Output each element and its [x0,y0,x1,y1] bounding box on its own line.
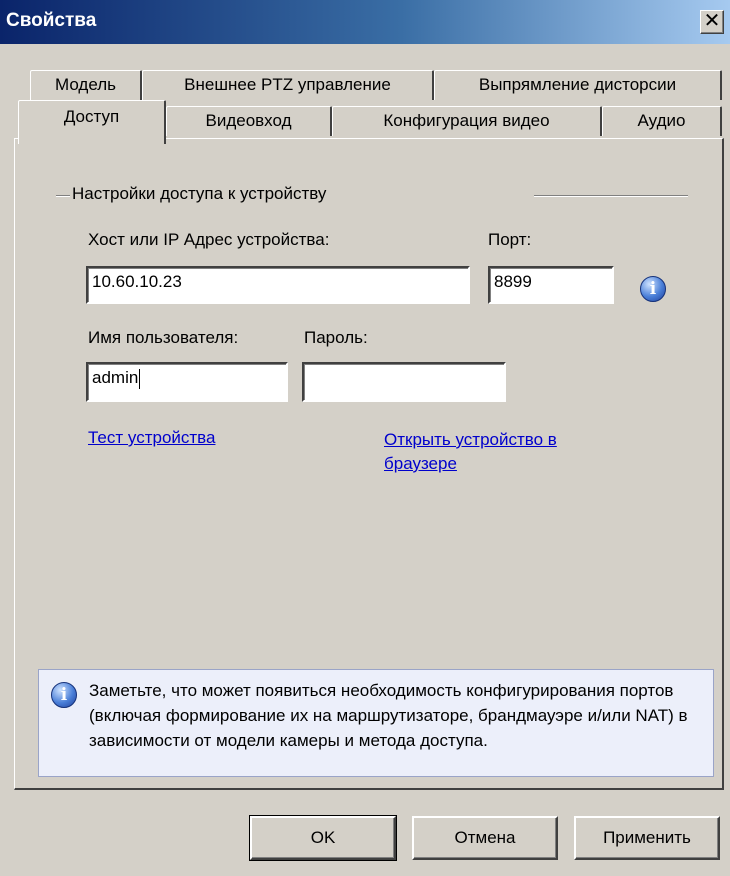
password-label: Пароль: [304,328,368,347]
port-input[interactable]: 8899 [488,266,614,304]
group-line-right [534,195,688,197]
info-glyph: i [60,685,68,705]
apply-label: Применить [603,828,691,847]
info-note: i Заметьте, что может появиться необходи… [38,669,714,777]
test-device-link[interactable]: Тест устройства [88,428,215,448]
tab-label: Внешнее PTZ управление [184,75,391,94]
tab-video-config[interactable]: Конфигурация видео [332,106,602,136]
close-button[interactable]: ✕ [700,10,724,34]
host-input[interactable]: 10.60.10.23 [86,266,470,304]
password-input[interactable] [302,362,506,402]
host-label: Хост или IP Адрес устройства: [88,230,330,249]
group-line-left [56,195,70,197]
username-input[interactable]: admin [86,362,288,402]
info-glyph: i [649,279,657,299]
username-label: Имя пользователя: [88,328,239,347]
ok-button[interactable]: OK [249,815,397,861]
title-bar: Свойства ✕ [0,0,730,44]
note-info-icon: i [51,682,77,708]
tab-video-input[interactable]: Видеовход [166,106,332,136]
tab-model[interactable]: Модель [30,70,142,100]
note-text: Заметьте, что может появиться необходимо… [89,681,688,750]
tab-label: Видеовход [205,111,292,130]
window-title: Свойства [6,10,97,31]
close-icon: ✕ [703,10,721,32]
cancel-button[interactable]: Отмена [412,816,558,860]
tab-label: Конфигурация видео [383,111,550,130]
tab-audio[interactable]: Аудио [602,106,722,136]
tab-label: Выпрямление дисторсии [478,75,677,94]
apply-button[interactable]: Применить [574,816,720,860]
tab-external-ptz[interactable]: Внешнее PTZ управление [142,70,434,100]
tab-label: Доступ [63,107,120,126]
info-icon[interactable]: i [640,276,666,302]
tab-dewarping[interactable]: Выпрямление дисторсии [434,70,722,100]
cancel-label: Отмена [454,828,516,847]
open-in-browser-link[interactable]: Открыть устройство в браузере [384,428,634,476]
port-label: Порт: [488,230,532,249]
tab-label: Аудио [637,111,686,130]
ok-label: OK [310,828,336,847]
tab-label: Модель [54,75,117,94]
group-title: Настройки доступа к устройству [72,184,327,203]
username-value: admin [92,368,139,387]
text-caret [139,368,141,389]
tab-access[interactable]: Доступ [18,100,166,144]
